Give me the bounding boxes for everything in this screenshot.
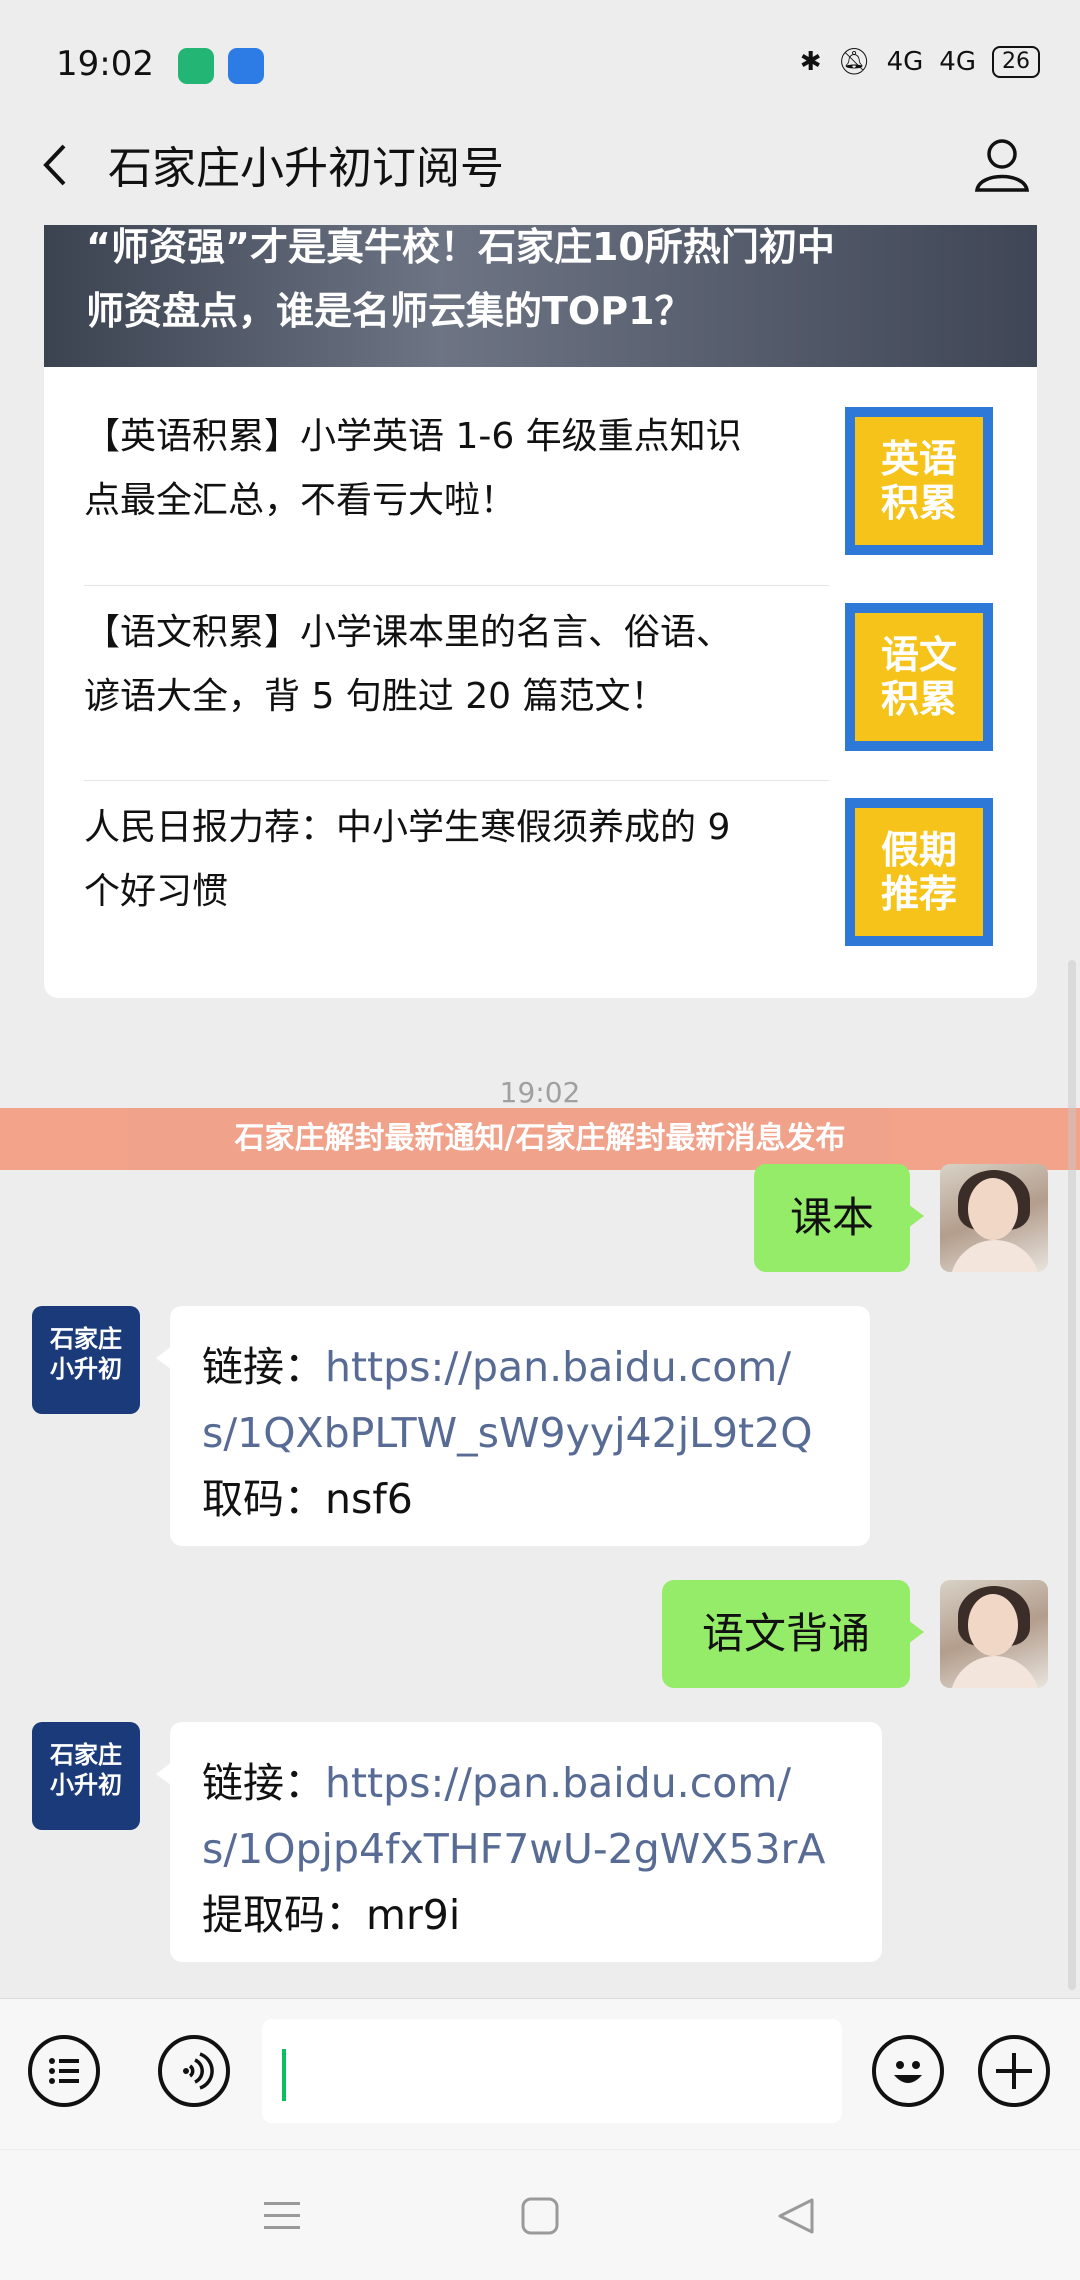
article-item[interactable]: 人民日报力荐：中小学生寒假须养成的 9 个好习惯 假期 推荐 <box>44 758 1037 953</box>
banner-text: 石家庄解封最新通知/石家庄解封最新消息发布 <box>234 1121 846 1156</box>
voice-icon[interactable] <box>158 2035 230 2107</box>
chat-title: 石家庄小升初订阅号 <box>108 143 504 194</box>
extract-code: 提取码：mr9i <box>202 1891 461 1939</box>
home-icon[interactable] <box>520 2196 560 2236</box>
share-link-cont[interactable]: s/1QXbPLTW_sW9yyj42jL9t2Q <box>202 1400 870 1466</box>
user-avatar[interactable] <box>940 1580 1048 1688</box>
signal-4g-label-2: 4G <box>939 47 976 77</box>
system-nav-bar <box>0 2150 1080 2280</box>
article-item[interactable]: 【语文积累】小学课本里的名言、俗语、 谚语大全，背 5 句胜过 20 篇范文！ … <box>44 563 1037 758</box>
signal-4g-label: 4G <box>886 47 924 77</box>
chat-header: 石家庄小升初订阅号 <box>0 110 1080 220</box>
share-link-cont[interactable]: s/1Opjp4fxTHF7wU-2gWX53rA <box>202 1816 882 1882</box>
hero-title: “师资强”才是真牛校！石家庄10所热门初中 师资盘点，谁是名师云集的TOP1？ <box>86 225 835 333</box>
input-bar <box>0 1998 1080 2149</box>
overlay-banner: 石家庄解封最新通知/石家庄解封最新消息发布 <box>0 1108 1080 1170</box>
emoji-icon[interactable] <box>872 2035 944 2107</box>
message-timestamp: 19:02 <box>499 1076 581 1109</box>
android-notification-icon <box>228 48 264 84</box>
article-hero[interactable]: “师资强”才是真牛校！石家庄10所热门初中 师资盘点，谁是名师云集的TOP1？ <box>44 225 1037 367</box>
account-avatar[interactable]: 石家庄 小升初 <box>32 1306 140 1414</box>
article-item-title: 人民日报力荐：中小学生寒假须养成的 9 个好习惯 <box>84 807 731 912</box>
recent-apps-icon[interactable] <box>262 2198 302 2234</box>
menu-list-icon[interactable] <box>28 2035 100 2107</box>
add-icon[interactable] <box>978 2035 1050 2107</box>
user-message-bubble[interactable]: 语文背诵 <box>662 1580 924 1688</box>
profile-icon[interactable] <box>972 134 1032 194</box>
extract-code: 取码：nsf6 <box>202 1475 413 1523</box>
text-caret <box>282 2049 286 2101</box>
scrollbar[interactable] <box>1068 960 1076 1990</box>
article-thumbnail: 英语 积累 <box>845 407 993 555</box>
article-thumbnail: 假期 推荐 <box>845 798 993 946</box>
back-arrow-icon[interactable] <box>36 140 76 190</box>
article-item-title: 【语文积累】小学课本里的名言、俗语、 谚语大全，背 5 句胜过 20 篇范文！ <box>84 612 733 717</box>
article-item[interactable]: 【英语积累】小学英语 1-6 年级重点知识 点最全汇总，不看亏大啦！ 英语 积累 <box>44 367 1037 562</box>
status-time: 19:02 <box>56 44 154 84</box>
link-line: 链接：https://pan.baidu.com/ <box>202 1343 792 1391</box>
back-nav-icon[interactable] <box>776 2196 816 2236</box>
article-thumbnail: 语文 积累 <box>845 603 993 751</box>
share-link[interactable]: https://pan.baidu.com/ <box>325 1759 791 1807</box>
bot-message-bubble[interactable]: 链接：https://pan.baidu.com/ s/1QXbPLTW_sW9… <box>156 1306 870 1546</box>
battery-icon: 26 <box>992 46 1040 78</box>
status-indicators: ✱ 🔕︎ 4G 4G 26 <box>800 46 1040 78</box>
user-avatar[interactable] <box>940 1164 1048 1272</box>
message-input[interactable] <box>262 2019 842 2123</box>
app-notification-icon <box>178 48 214 84</box>
mute-icon: 🔕︎ <box>837 47 871 77</box>
user-message-bubble[interactable]: 课本 <box>754 1164 924 1272</box>
bot-message-bubble[interactable]: 链接：https://pan.baidu.com/ s/1Opjp4fxTHF7… <box>156 1722 882 1962</box>
bluetooth-icon: ✱ <box>799 47 822 77</box>
account-avatar[interactable]: 石家庄 小升初 <box>32 1722 140 1830</box>
article-item-title: 【英语积累】小学英语 1-6 年级重点知识 点最全汇总，不看亏大啦！ <box>84 416 742 521</box>
link-line: 链接：https://pan.baidu.com/ <box>202 1759 792 1807</box>
article-card[interactable]: “师资强”才是真牛校！石家庄10所热门初中 师资盘点，谁是名师云集的TOP1？ … <box>44 225 1037 998</box>
share-link[interactable]: https://pan.baidu.com/ <box>325 1343 791 1391</box>
